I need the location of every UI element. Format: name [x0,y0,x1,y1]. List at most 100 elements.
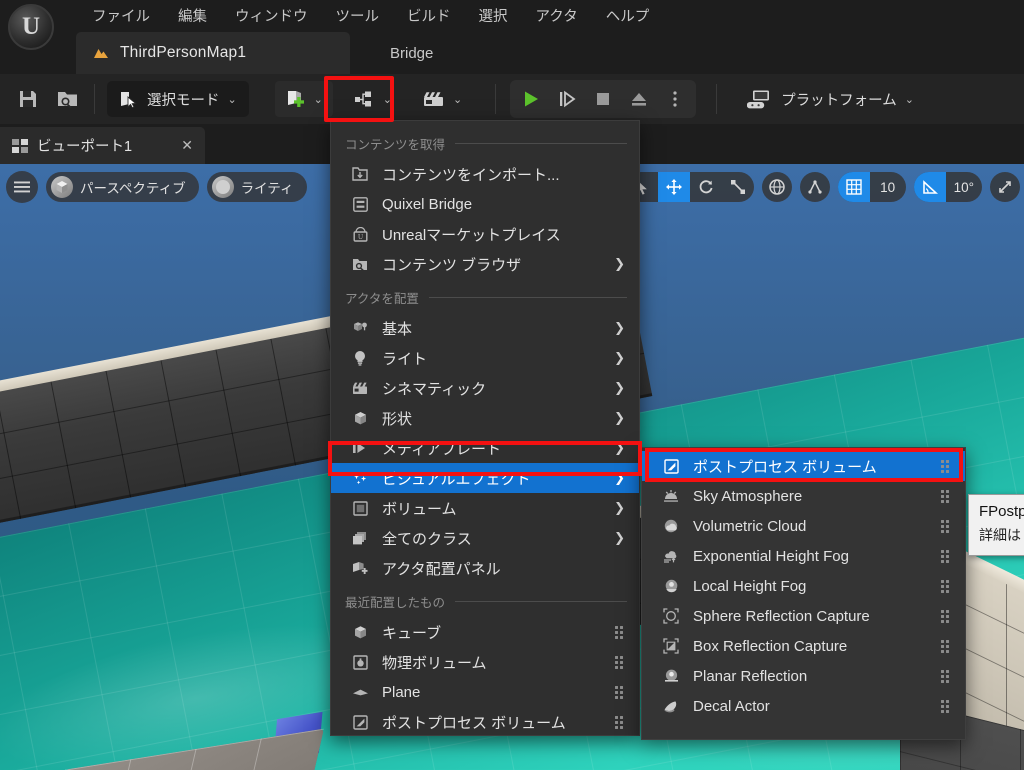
submenu-item-decal-actor[interactable]: Decal Actor [642,691,965,721]
menu-item-label: コンテンツ ブラウザ [382,256,522,274]
submenu-item-sky-atmosphere[interactable]: Sky Atmosphere [642,481,965,511]
menu-item-media-plate[interactable]: メディアプレート ❯ [331,433,639,463]
close-icon[interactable]: ✕ [181,137,193,154]
save-icon[interactable] [8,81,48,117]
submenu-item-box-reflection-capture[interactable]: Box Reflection Capture [642,631,965,661]
perspective-label: パースペクティブ [80,181,186,196]
menu-item-visual-effects[interactable]: ビジュアルエフェクト ❯ [331,463,639,493]
import-content-icon [349,164,371,184]
menu-item-build[interactable]: ビルド [393,1,465,30]
menu-item-edit[interactable]: 編集 [164,1,221,30]
drag-handle-icon[interactable] [941,489,955,503]
shapes-icon [349,408,371,428]
menu-item-cinematic[interactable]: シネマティック ❯ [331,373,639,403]
menu-item-content-browser[interactable]: コンテンツ ブラウザ ❯ [331,249,639,279]
submenu-item-volumetric-cloud[interactable]: Volumetric Cloud [642,511,965,541]
menu-item-label: 物理ボリューム [382,654,487,672]
chevron-down-icon[interactable]: ⌄ [314,93,323,106]
angle-snap-value[interactable]: 10° [946,172,982,202]
add-actor-button[interactable]: ⌄ [274,81,333,117]
submenu-item-label: Volumetric Cloud [693,517,807,535]
surface-snap-icon[interactable] [799,172,830,202]
menu-item-tools[interactable]: ツール [322,1,394,30]
angle-snap-icon[interactable] [913,172,946,202]
move-gizmo-icon[interactable] [657,172,690,202]
cinematics-button[interactable]: ⌄ [413,81,471,117]
menu-item-actor[interactable]: アクタ [522,1,592,30]
world-coordinates-icon[interactable] [761,172,792,202]
drag-handle-icon[interactable] [615,625,629,639]
menu-item-file[interactable]: ファイル [78,1,164,30]
menu-item-lights[interactable]: ライト ❯ [331,343,639,373]
play-step-icon[interactable] [550,83,584,115]
camera-speed-icon[interactable] [990,172,1020,202]
drag-handle-icon[interactable] [941,609,955,623]
platform-dropdown[interactable]: プラットフォーム ⌄ [737,81,924,117]
chevron-right-icon: ❯ [614,256,625,271]
scale-gizmo-icon[interactable] [722,172,754,202]
grid-snap-value[interactable]: 10 [870,172,906,202]
more-options-icon[interactable] [658,83,692,115]
drag-handle-icon[interactable] [615,685,629,699]
blueprints-button[interactable]: ⌄ [345,81,401,117]
chevron-right-icon: ❯ [614,410,625,425]
rotate-gizmo-icon[interactable] [690,172,722,202]
menu-item-label: 全てのクラス [382,530,472,548]
camera-perspective-dropdown[interactable]: パースペクティブ [46,172,199,202]
menu-item-quixel-bridge[interactable]: Quixel Bridge [331,189,639,219]
chevron-down-icon[interactable]: ⌄ [383,93,392,106]
submenu-item-exponential-height-fog[interactable]: Exponential Height Fog [642,541,965,571]
drag-handle-icon[interactable] [941,669,955,683]
drag-handle-icon[interactable] [941,519,955,533]
submenu-item-sphere-reflection-capture[interactable]: Sphere Reflection Capture [642,601,965,631]
hamburger-menu-icon[interactable] [6,171,38,203]
menu-item-label: ポストプロセス ボリューム [382,714,566,732]
menu-item-place-actors-panel[interactable]: アクタ配置パネル [331,553,639,583]
place-actors-panel-icon [349,558,371,578]
menu-item-window[interactable]: ウィンドウ [221,1,322,30]
menu-item-basic[interactable]: 基本 ❯ [331,313,639,343]
document-tab-bar: ThirdPersonMap1 Bridge [0,30,1024,74]
drag-handle-icon[interactable] [941,699,955,713]
submenu-item-planar-reflection[interactable]: Planar Reflection [642,661,965,691]
menu-item-all-classes[interactable]: 全てのクラス ❯ [331,523,639,553]
chevron-down-icon[interactable]: ⌄ [905,93,914,106]
tooltip-body: 詳細は [979,527,1021,543]
drag-handle-icon[interactable] [941,579,955,593]
menu-item-post-process-volume-recent[interactable]: ポストプロセス ボリューム [331,707,639,737]
menu-item-import-content[interactable]: コンテンツをインポート... [331,159,639,189]
submenu-item-post-process-volume[interactable]: ポストプロセス ボリューム [642,451,965,481]
drag-handle-icon[interactable] [941,459,955,473]
menu-item-volumes[interactable]: ボリューム ❯ [331,493,639,523]
transform-tools-group [625,172,754,202]
chevron-down-icon[interactable]: ⌄ [453,93,462,106]
box-reflection-capture-icon [660,636,682,656]
tab-thirdpersonmap1[interactable]: ThirdPersonMap1 [76,32,350,74]
svg-text:U: U [357,233,362,241]
menu-item-help[interactable]: ヘルプ [592,1,664,30]
menu-item-unreal-marketplace[interactable]: U Unrealマーケットプレイス [331,219,639,249]
menu-item-cube[interactable]: キューブ [331,617,639,647]
drag-handle-icon[interactable] [615,715,629,729]
drag-handle-icon[interactable] [941,639,955,653]
menu-item-shapes[interactable]: 形状 ❯ [331,403,639,433]
menu-item-select[interactable]: 選択 [465,1,522,30]
tab-viewport1[interactable]: ビューポート1 ✕ [0,127,205,164]
unreal-engine-logo-icon[interactable]: U [8,4,54,50]
stop-icon[interactable] [586,83,620,115]
play-icon[interactable] [514,83,548,115]
menu-item-label: ライト [382,350,428,368]
menu-item-plane[interactable]: Plane [331,677,639,707]
submenu-item-local-height-fog[interactable]: Local Height Fog [642,571,965,601]
browse-content-icon[interactable] [48,81,88,117]
chevron-down-icon[interactable]: ⌄ [228,93,237,106]
eject-icon[interactable] [622,83,656,115]
tab-label: ThirdPersonMap1 [120,44,247,61]
tab-bridge[interactable]: Bridge [374,32,449,74]
lighting-mode-dropdown[interactable]: ライティ [206,172,307,202]
drag-handle-icon[interactable] [615,655,629,669]
select-mode-dropdown[interactable]: 選択モード ⌄ [107,81,249,117]
drag-handle-icon[interactable] [941,549,955,563]
menu-item-physics-volume[interactable]: 物理ボリューム [331,647,639,677]
grid-snap-icon[interactable] [837,172,870,202]
